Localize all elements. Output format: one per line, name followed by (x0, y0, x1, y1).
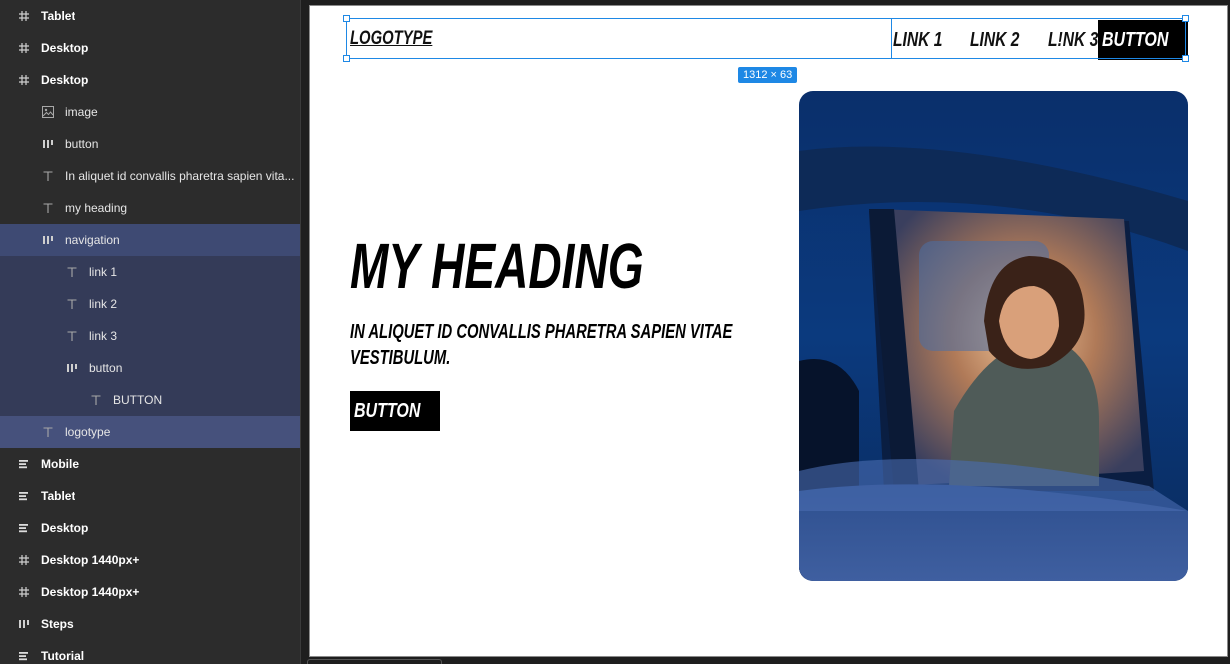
image-icon (41, 105, 55, 119)
layer-row[interactable]: Steps (0, 608, 300, 640)
auto-layout-icon (65, 361, 79, 375)
layer-label: link 3 (89, 329, 118, 343)
layer-row[interactable]: logotype (0, 416, 300, 448)
layer-label: Desktop (41, 73, 89, 87)
frame-icon (17, 585, 31, 599)
frame-icon (17, 553, 31, 567)
layer-row[interactable]: Desktop (0, 32, 300, 64)
layer-row[interactable]: Tutorial (0, 640, 300, 664)
layer-label: my heading (65, 201, 128, 215)
nav-link-2[interactable]: LINK 2 (970, 29, 1019, 52)
layer-label: Tutorial (41, 649, 85, 663)
layer-row[interactable]: BUTTON (0, 384, 300, 416)
text-icon (65, 329, 79, 343)
layer-row[interactable]: Desktop 1440px+ (0, 544, 300, 576)
auto-layout-icon (17, 617, 31, 631)
layer-label: In aliquet id convallis pharetra sapien … (65, 169, 295, 183)
layer-label: button (89, 361, 123, 375)
layer-row[interactable]: Desktop (0, 512, 300, 544)
layer-row[interactable]: Desktop (0, 64, 300, 96)
list-icon (17, 457, 31, 471)
layer-label: BUTTON (113, 393, 163, 407)
nav-links: LINK 1 LINK 2 L!NK 3 (893, 20, 1126, 60)
layer-row[interactable]: link 3 (0, 320, 300, 352)
nav-link-3[interactable]: L!NK 3 (1048, 29, 1098, 52)
layer-label: Steps (41, 617, 74, 631)
layer-row[interactable]: button (0, 128, 300, 160)
layer-label: Tablet (41, 489, 76, 503)
layer-row[interactable]: link 2 (0, 288, 300, 320)
layer-label: Tablet (41, 9, 76, 23)
text-icon (89, 393, 103, 407)
auto-layout-icon (41, 233, 55, 247)
layer-row[interactable]: Desktop 1440px+ (0, 576, 300, 608)
car-window-portrait-image (799, 91, 1188, 581)
hero-button[interactable]: BUTTON (350, 391, 440, 431)
logotype[interactable]: LOGOTYPE (350, 28, 432, 50)
layer-label: link 1 (89, 265, 118, 279)
nav-link-1[interactable]: LINK 1 (893, 29, 942, 52)
layer-label: Desktop (41, 41, 89, 55)
nav-links-boundary (891, 18, 892, 59)
hero-image[interactable] (799, 91, 1188, 581)
layer-row[interactable]: image (0, 96, 300, 128)
hero-button-label: BUTTON (353, 399, 420, 422)
navigation[interactable]: LOGOTYPE LINK 1 LINK 2 L!NK 3 BUTTON (350, 20, 1188, 60)
layer-label: Desktop 1440px+ (41, 585, 140, 599)
list-icon (17, 649, 31, 663)
selection-size-badge: 1312 × 63 (738, 67, 798, 83)
auto-layout-icon (41, 137, 55, 151)
layer-row[interactable]: Tablet (0, 480, 300, 512)
text-icon (65, 297, 79, 311)
layer-label: Desktop 1440px+ (41, 553, 140, 567)
text-icon (41, 425, 55, 439)
list-icon (17, 521, 31, 535)
layer-row[interactable]: button (0, 352, 300, 384)
hero-subheading[interactable]: IN ALIQUET ID CONVALLIS PHARETRA SAPIEN … (350, 319, 735, 371)
hero-heading[interactable]: MY HEADING (350, 234, 644, 298)
layer-row[interactable]: Tablet (0, 0, 300, 32)
list-icon (17, 489, 31, 503)
layer-row[interactable]: In aliquet id convallis pharetra sapien … (0, 160, 300, 192)
layer-label: logotype (65, 425, 111, 439)
desktop-frame[interactable]: LOGOTYPE LINK 1 LINK 2 L!NK 3 BUTTON MY … (309, 5, 1228, 657)
layer-row[interactable]: Mobile (0, 448, 300, 480)
frame-icon (17, 41, 31, 55)
frame-icon (17, 73, 31, 87)
layer-label: navigation (65, 233, 120, 247)
layer-row[interactable]: link 1 (0, 256, 300, 288)
layer-row[interactable]: my heading (0, 192, 300, 224)
layer-label: Desktop (41, 521, 89, 535)
layers-panel: Tablet Desktop Desktop image button In alique… (0, 0, 301, 664)
layer-label: link 2 (89, 297, 118, 311)
layer-label: Mobile (41, 457, 79, 471)
canvas-bottom-tab[interactable] (307, 659, 442, 664)
text-icon (41, 201, 55, 215)
frame-icon (17, 9, 31, 23)
design-canvas[interactable]: LOGOTYPE LINK 1 LINK 2 L!NK 3 BUTTON MY … (302, 0, 1230, 664)
text-icon (41, 169, 55, 183)
layer-row[interactable]: navigation (0, 224, 300, 256)
nav-button[interactable]: BUTTON (1098, 20, 1188, 60)
text-icon (65, 265, 79, 279)
layer-label: button (65, 137, 99, 151)
nav-button-label: BUTTON (1101, 28, 1168, 51)
layer-label: image (65, 105, 98, 119)
